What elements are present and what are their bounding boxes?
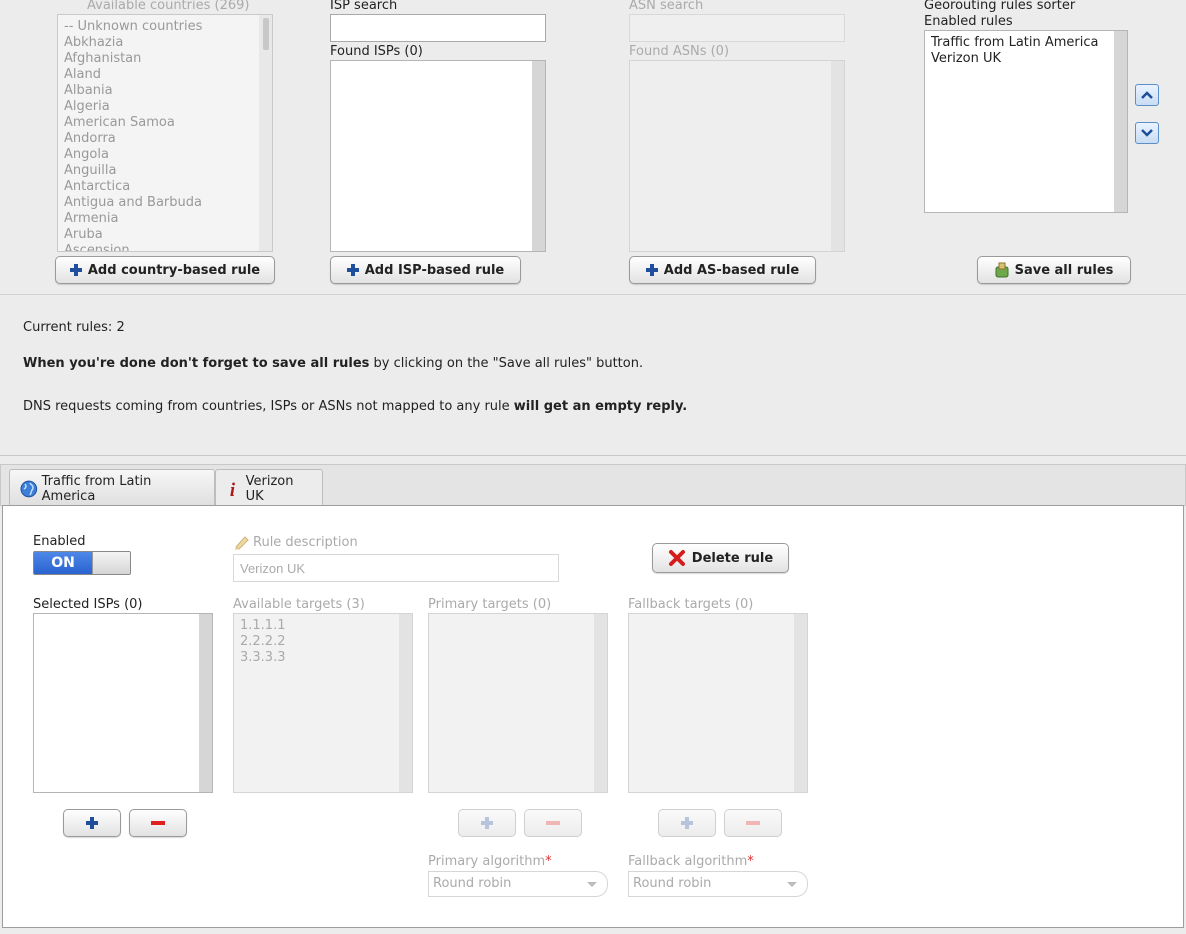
available-targets-list[interactable]: 1.1.1.1 2.2.2.2 3.3.3.3: [233, 613, 413, 793]
country-list-item[interactable]: Armenia: [64, 211, 256, 227]
target-list-item[interactable]: 1.1.1.1: [240, 618, 396, 634]
fallback-algorithm-label: Fallback algorithm*: [628, 854, 754, 869]
plus-icon: [481, 817, 493, 829]
country-list-item[interactable]: Abkhazia: [64, 35, 256, 51]
plus-icon: [69, 264, 82, 276]
primary-algorithm-label: Primary algorithm*: [428, 854, 552, 869]
minus-icon: [746, 821, 760, 825]
enabled-label: Enabled: [33, 534, 86, 549]
dns-note: DNS requests coming from countries, ISPs…: [23, 399, 688, 414]
add-as-rule-button[interactable]: Add AS-based rule: [629, 256, 816, 284]
svg-text:i: i: [230, 479, 236, 498]
primary-targets-list[interactable]: [428, 613, 608, 793]
plus-icon: [346, 264, 359, 276]
add-country-rule-button[interactable]: Add country-based rule: [55, 256, 275, 284]
primary-targets-scrollbar[interactable]: [594, 614, 607, 792]
target-list-item[interactable]: 3.3.3.3: [240, 650, 396, 666]
found-isps-list[interactable]: [330, 60, 546, 252]
chevron-down-icon: [1141, 129, 1153, 137]
selected-isps-scrollbar[interactable]: [199, 614, 212, 792]
rule-description-label: Rule description: [233, 534, 358, 550]
enabled-rules-scrollbar[interactable]: [1114, 31, 1127, 212]
tab-verizon-uk[interactable]: i Verizon UK: [215, 469, 323, 507]
fallback-algorithm-select[interactable]: Round robin: [628, 871, 808, 897]
move-rule-up-button[interactable]: [1135, 84, 1159, 106]
save-reminder: When you're done don't forget to save al…: [23, 356, 644, 371]
pencil-icon: [235, 536, 249, 550]
rule-panel: Enabled ON Rule description Delete rule …: [2, 505, 1184, 928]
minus-icon: [546, 821, 560, 825]
country-list-item[interactable]: American Samoa: [64, 115, 256, 131]
country-list-item[interactable]: Andorra: [64, 131, 256, 147]
globe-icon: [20, 480, 38, 497]
enabled-rule-item[interactable]: Verizon UK: [931, 51, 1111, 67]
primary-algorithm-select[interactable]: Round robin: [428, 871, 608, 897]
isp-search-input[interactable]: [330, 14, 546, 42]
fallback-targets-label: Fallback targets (0): [628, 597, 754, 612]
save-icon: [995, 262, 1009, 278]
enabled-rules-label: Enabled rules: [924, 14, 1013, 29]
chevron-down-icon: [587, 882, 597, 887]
add-primary-target-button[interactable]: [458, 809, 516, 837]
country-list-item[interactable]: Antarctica: [64, 179, 256, 195]
fallback-targets-scrollbar[interactable]: [794, 614, 807, 792]
found-isps-scrollbar[interactable]: [532, 61, 545, 251]
enabled-toggle[interactable]: ON: [33, 551, 131, 575]
add-fallback-target-button[interactable]: [658, 809, 716, 837]
country-list-item[interactable]: Aruba: [64, 227, 256, 243]
add-isp-button[interactable]: [63, 809, 121, 837]
selected-isps-label: Selected ISPs (0): [33, 597, 143, 612]
asn-search-input[interactable]: [629, 14, 845, 42]
rule-tabs: Traffic from Latin America i Verizon UK: [0, 464, 1186, 507]
country-list-item[interactable]: -- Unknown countries: [64, 19, 256, 35]
rule-description-input[interactable]: [233, 554, 559, 582]
available-targets-label: Available targets (3): [233, 597, 365, 612]
move-rule-down-button[interactable]: [1135, 122, 1159, 144]
sorter-title: Georouting rules sorter: [924, 0, 1076, 13]
found-asns-scrollbar[interactable]: [831, 61, 844, 251]
remove-primary-target-button[interactable]: [524, 809, 582, 837]
country-list-item[interactable]: Angola: [64, 147, 256, 163]
available-targets-scrollbar[interactable]: [399, 614, 412, 792]
countries-list[interactable]: -- Unknown countries Abkhazia Afghanistan A…: [57, 14, 273, 252]
chevron-down-icon: [787, 882, 797, 887]
remove-isp-button[interactable]: [129, 809, 187, 837]
found-asns-label: Found ASNs (0): [629, 44, 730, 59]
plus-icon: [681, 817, 693, 829]
countries-scrollbar[interactable]: [259, 15, 272, 251]
tab-traffic-from-latin-america[interactable]: Traffic from Latin America: [9, 469, 215, 507]
found-asns-list[interactable]: [629, 60, 845, 252]
country-list-item[interactable]: Antigua and Barbuda: [64, 195, 256, 211]
countries-label: Available countries (269): [87, 0, 250, 13]
info-panel: Current rules: 2 When you're done don't …: [0, 294, 1186, 456]
save-all-rules-button[interactable]: Save all rules: [977, 256, 1131, 284]
fallback-targets-list[interactable]: [628, 613, 808, 793]
isp-search-label: ISP search: [330, 0, 398, 13]
delete-icon: [668, 550, 685, 566]
delete-rule-button[interactable]: Delete rule: [652, 543, 789, 573]
country-list-item[interactable]: Algeria: [64, 99, 256, 115]
country-list-item[interactable]: Albania: [64, 83, 256, 99]
country-list-item[interactable]: Aland: [64, 67, 256, 83]
asn-search-label: ASN search: [629, 0, 704, 13]
target-list-item[interactable]: 2.2.2.2: [240, 634, 396, 650]
enabled-rule-item[interactable]: Traffic from Latin America: [931, 35, 1111, 51]
selected-isps-list[interactable]: [33, 613, 213, 793]
found-isps-label: Found ISPs (0): [330, 44, 423, 59]
current-rules: Current rules: 2: [23, 320, 125, 335]
enabled-rules-list[interactable]: Traffic from Latin America Verizon UK: [924, 30, 1128, 213]
country-list-item[interactable]: Anguilla: [64, 163, 256, 179]
country-list-item[interactable]: Afghanistan: [64, 51, 256, 67]
chevron-up-icon: [1141, 91, 1153, 99]
plus-icon: [86, 817, 98, 829]
remove-fallback-target-button[interactable]: [724, 809, 782, 837]
country-list-item[interactable]: Ascension: [64, 243, 256, 251]
add-isp-rule-button[interactable]: Add ISP-based rule: [330, 256, 521, 284]
minus-icon: [151, 821, 165, 825]
info-icon: i: [230, 479, 236, 498]
plus-icon: [645, 264, 658, 276]
primary-targets-label: Primary targets (0): [428, 597, 552, 612]
